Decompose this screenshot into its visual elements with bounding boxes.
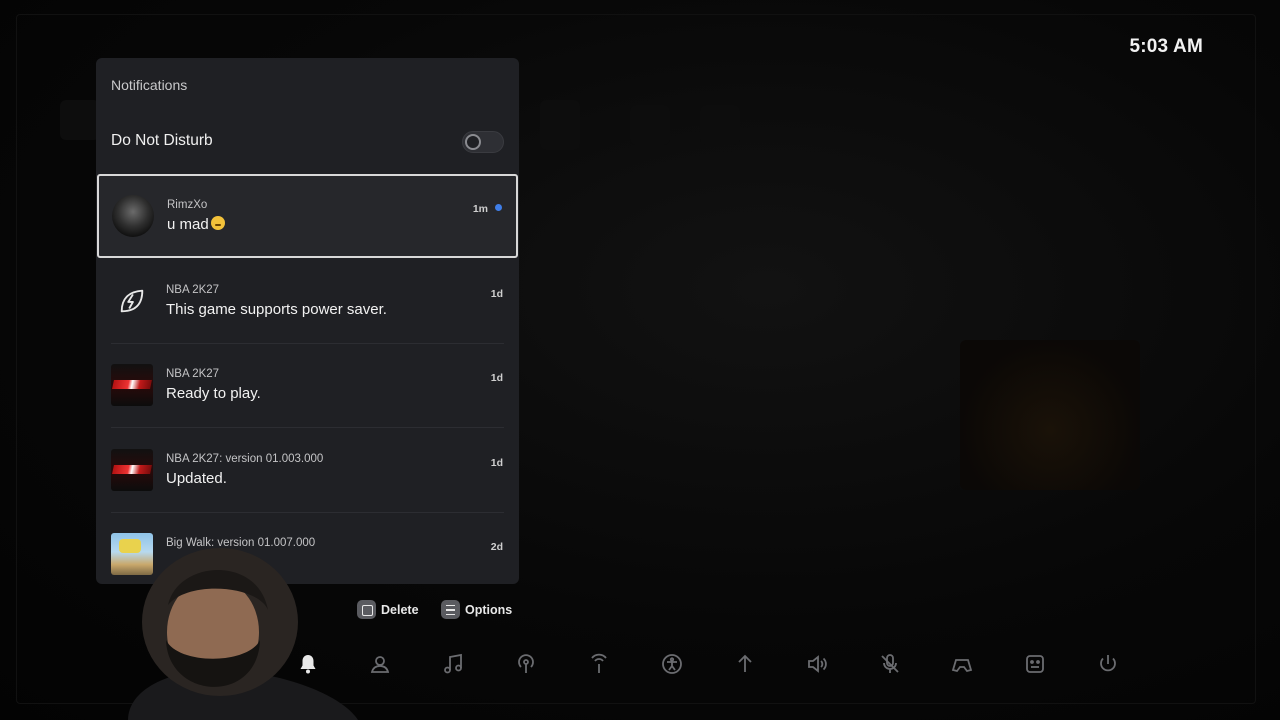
notification-item[interactable]: NBA 2K27 This game supports power saver.…	[96, 259, 519, 343]
do-not-disturb-row[interactable]: Do Not Disturb	[96, 128, 519, 158]
nba2k27-thumbnail	[111, 364, 153, 406]
options-hint[interactable]: Options	[441, 600, 512, 619]
notification-message: Updated.	[166, 470, 227, 487]
toggle-knob	[465, 134, 481, 150]
profile-icon[interactable]	[1021, 650, 1049, 678]
notification-source: RimzXo	[167, 199, 208, 211]
accessibility-icon[interactable]	[658, 650, 686, 678]
notification-message: u mad	[167, 216, 225, 233]
unread-dot-icon	[495, 204, 502, 211]
remote-play-icon[interactable]	[585, 650, 613, 678]
do-not-disturb-toggle[interactable]	[462, 131, 504, 153]
game-base-icon[interactable]	[366, 650, 394, 678]
notification-time: 1d	[490, 288, 503, 300]
controller-icon[interactable]	[948, 650, 976, 678]
do-not-disturb-label: Do Not Disturb	[111, 132, 213, 149]
notification-source: NBA 2K27: version 01.003.000	[166, 453, 324, 465]
notification-source: NBA 2K27	[166, 368, 220, 380]
music-icon[interactable]	[439, 650, 467, 678]
system-clock: 5:03 AM	[1129, 36, 1203, 57]
notification-source: NBA 2K27	[166, 284, 220, 296]
notification-item[interactable]: RimzXo u mad 1m	[97, 174, 518, 258]
background-tile	[630, 105, 670, 145]
notification-time: 1d	[490, 457, 503, 469]
network-warning-icon[interactable]	[731, 650, 759, 678]
background-tile	[700, 105, 740, 145]
worried-emoji-icon	[210, 216, 225, 230]
background-tile	[540, 100, 580, 150]
options-label: Options	[465, 602, 513, 617]
skull-avatar	[112, 195, 154, 237]
notification-time: 1d	[490, 372, 503, 384]
notification-item[interactable]: NBA 2K27 Ready to play. 1d	[96, 343, 519, 427]
broadcast-icon[interactable]	[512, 650, 540, 678]
notification-message: This game supports power saver.	[166, 301, 387, 318]
notification-time: 1m	[472, 203, 488, 215]
nba2k27-thumbnail	[111, 449, 153, 491]
panel-title: Notifications	[111, 77, 188, 93]
options-button-icon	[441, 600, 460, 619]
power-icon[interactable]	[1094, 650, 1122, 678]
square-button-icon	[357, 600, 376, 619]
background-tile	[60, 100, 100, 140]
notification-item[interactable]: NBA 2K27: version 01.003.000 Updated. 1d	[96, 428, 519, 512]
notification-message: Ready to play.	[166, 385, 261, 402]
webcam-overlay	[108, 530, 358, 720]
notifications-panel: Notifications Do Not Disturb RimzXo u ma…	[96, 58, 519, 584]
background-game-banner	[960, 340, 1140, 490]
mic-muted-icon[interactable]	[876, 650, 904, 678]
speaker-icon[interactable]	[803, 650, 831, 678]
power-saver-icon	[111, 280, 153, 322]
delete-label: Delete	[381, 602, 419, 617]
notification-time: 2d	[490, 541, 503, 553]
delete-hint[interactable]: Delete	[357, 600, 419, 619]
